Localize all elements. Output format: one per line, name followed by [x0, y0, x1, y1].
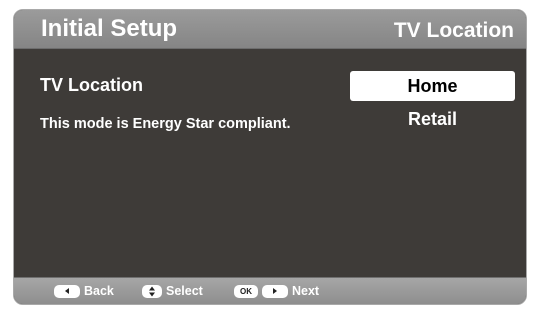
select-hint[interactable]: Select	[142, 283, 203, 299]
setup-dialog: Initial Setup TV Location TV Location Th…	[13, 9, 527, 305]
select-label: Select	[166, 284, 203, 298]
next-hint[interactable]: OK Next	[234, 283, 319, 299]
back-label: Back	[84, 284, 114, 298]
next-label: Next	[292, 284, 320, 298]
footer-bar: Back Select OK Next	[14, 277, 526, 304]
option-retail[interactable]: Retail	[350, 104, 515, 134]
setting-label: TV Location	[40, 75, 143, 95]
page-title: Initial Setup	[41, 15, 178, 42]
title-bar: Initial Setup TV Location	[14, 10, 526, 49]
left-arrow-icon	[54, 284, 80, 298]
ok-key: OK	[234, 284, 258, 298]
back-hint[interactable]: Back	[54, 283, 114, 299]
right-arrow-icon	[262, 284, 288, 298]
up-down-arrows-icon	[142, 284, 162, 298]
setting-description: This mode is Energy Star compliant.	[40, 116, 291, 132]
option-home[interactable]: Home	[350, 71, 515, 101]
section-title: TV Location	[393, 19, 514, 42]
